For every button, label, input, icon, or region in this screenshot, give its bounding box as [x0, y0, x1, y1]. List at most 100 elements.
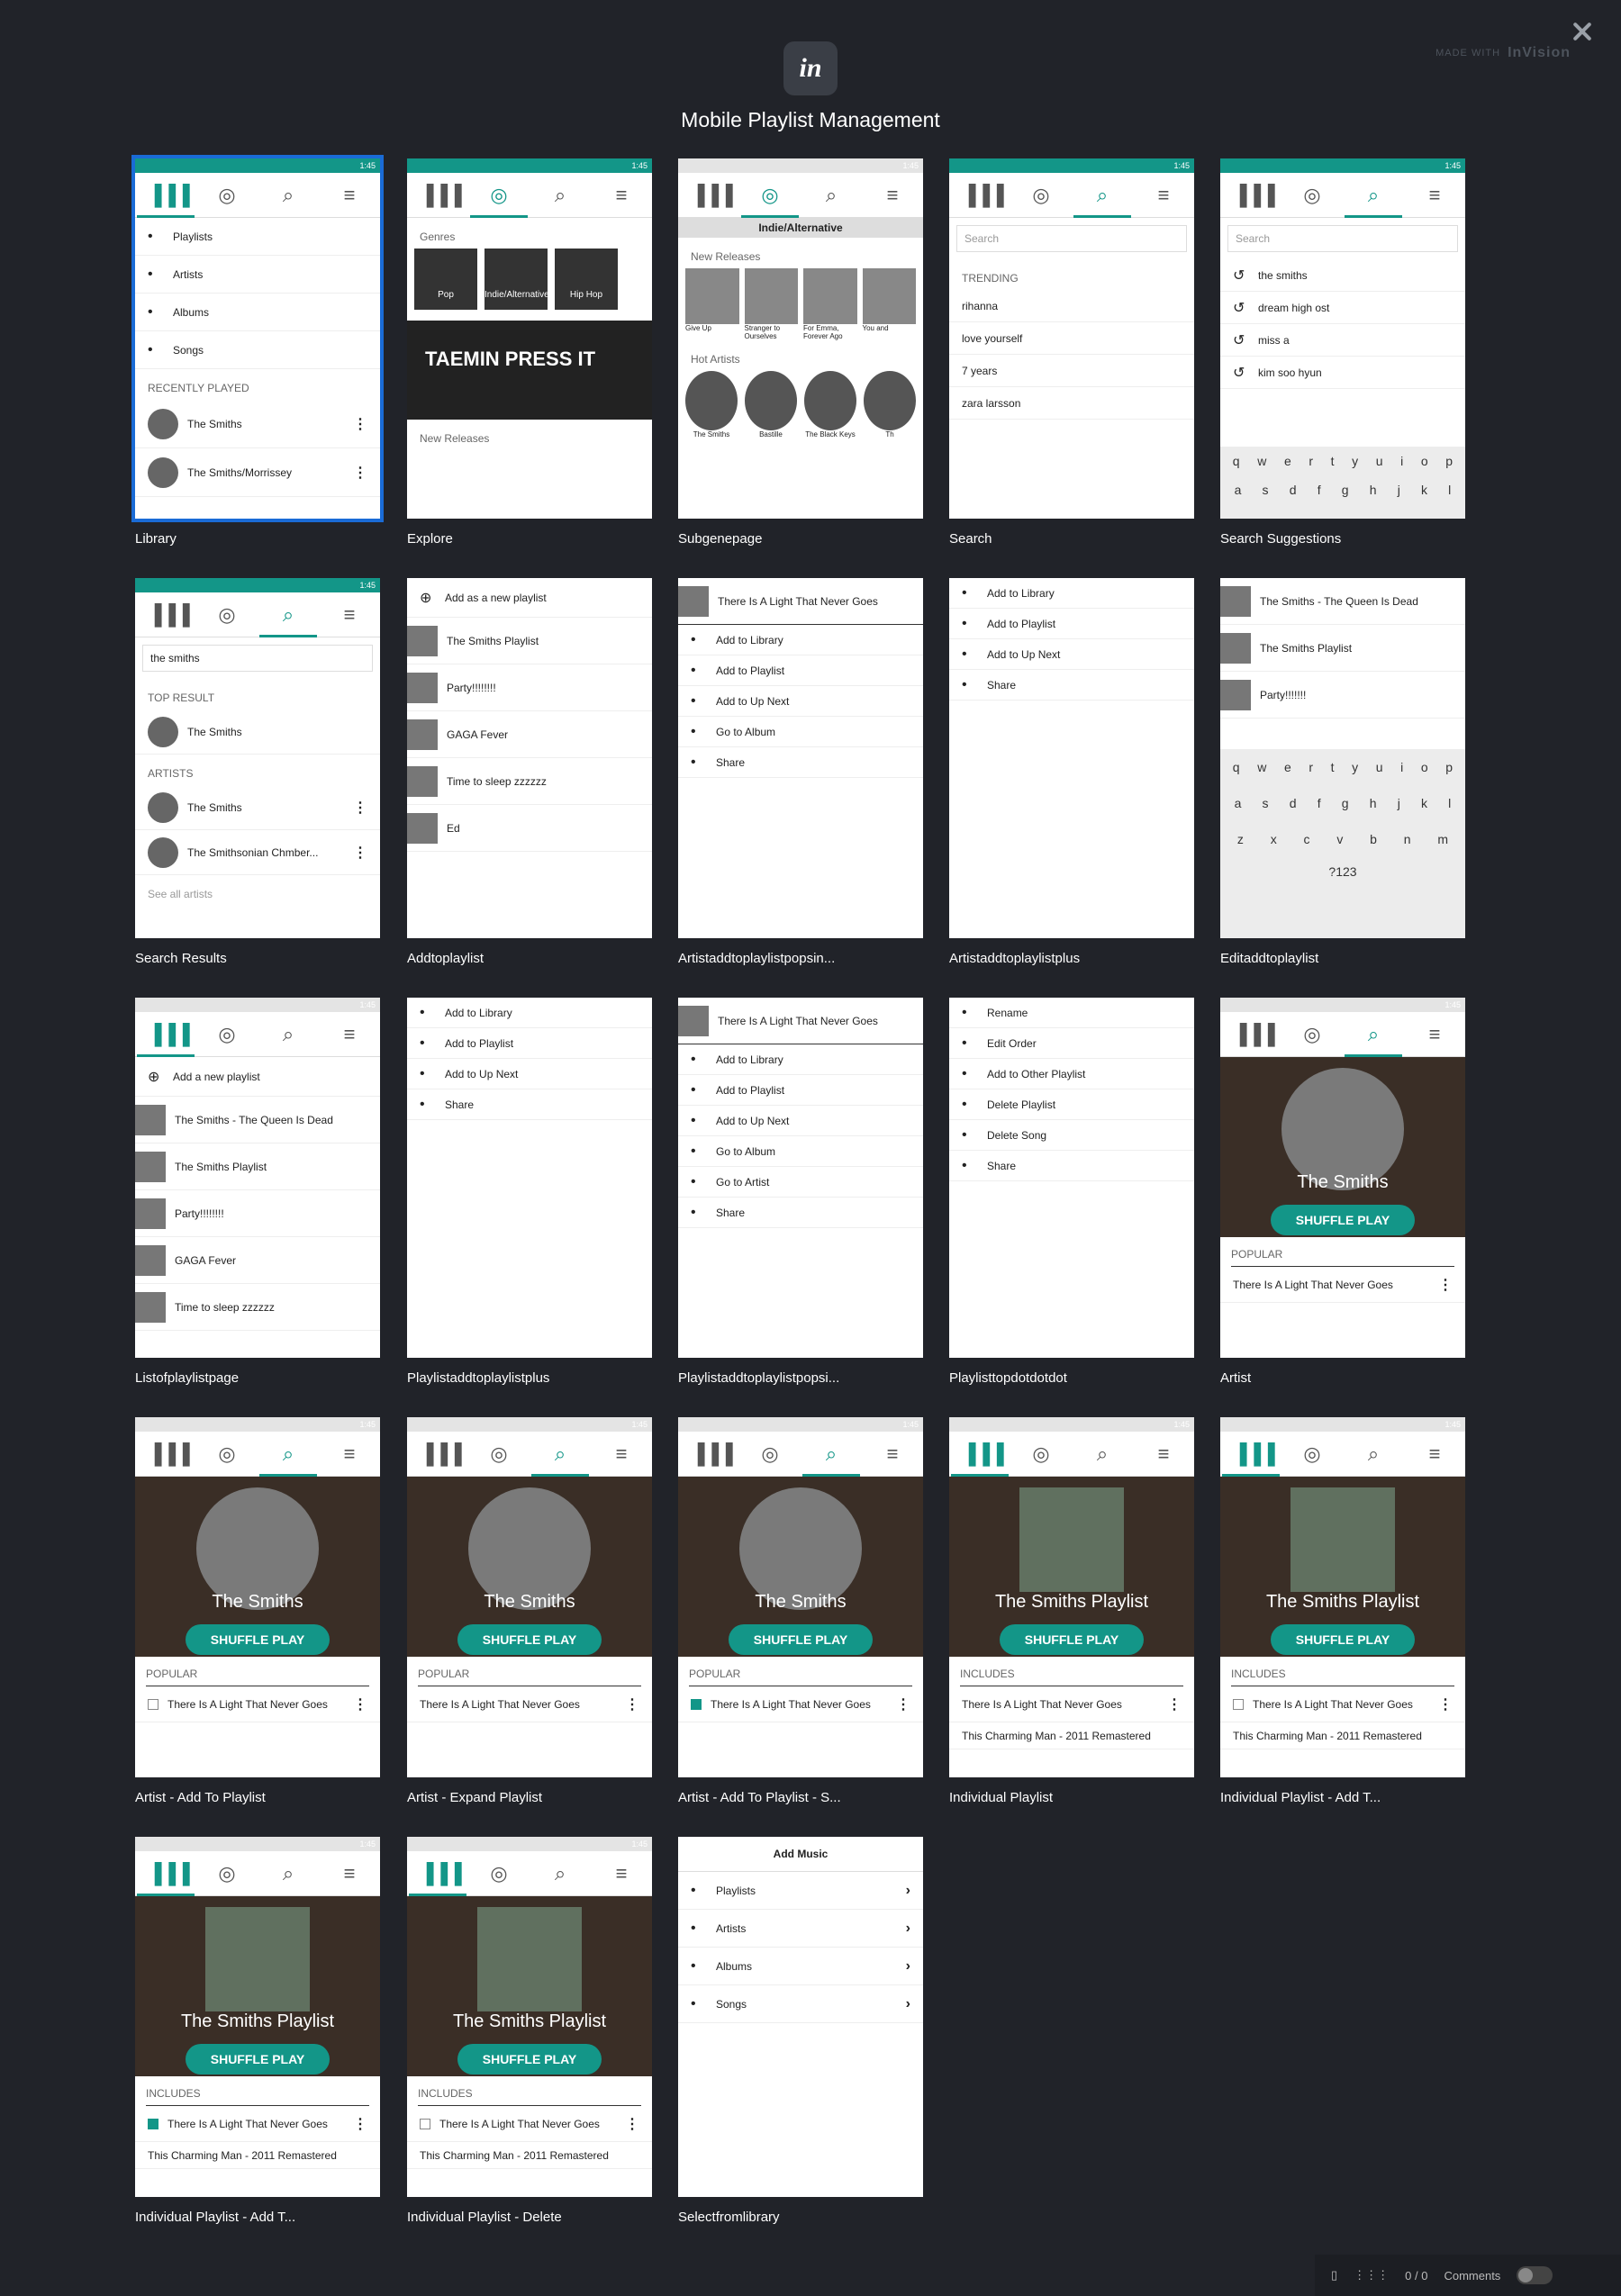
- key[interactable]: x: [1271, 832, 1277, 846]
- screen-card[interactable]: 1:45 ▐▐▐ ◎ ⌕ ≡ The Smiths Playlist SHUFFLE PLA…: [135, 1837, 380, 2225]
- action-item[interactable]: • Add to Other Playlist: [949, 1059, 1194, 1089]
- explore-tab[interactable]: ◎: [1023, 1432, 1059, 1477]
- release-item[interactable]: You and: [862, 268, 916, 340]
- screen-card[interactable]: • Add to Library • Add to Playlist • Add to U…: [949, 578, 1194, 966]
- song-row[interactable]: There Is A Light That Never Goes ⋮: [678, 1686, 923, 1722]
- comments-toggle[interactable]: [1517, 2266, 1553, 2284]
- key[interactable]: k: [1421, 483, 1427, 497]
- top-result[interactable]: The Smiths: [135, 710, 380, 755]
- action-item[interactable]: • Edit Order: [949, 1028, 1194, 1059]
- menu-tab[interactable]: ≡: [603, 1432, 639, 1477]
- key[interactable]: l: [1448, 796, 1451, 810]
- artist-item[interactable]: Th: [864, 371, 916, 438]
- shuffle-play-button[interactable]: SHUFFLE PLAY: [1000, 1624, 1144, 1655]
- action-item[interactable]: • Add to Playlist: [407, 1028, 652, 1059]
- action-item[interactable]: • Share: [949, 670, 1194, 701]
- explore-tab[interactable]: ◎: [209, 1432, 245, 1477]
- playlist-item[interactable]: The Smiths - The Queen Is Dead: [1220, 578, 1465, 625]
- key[interactable]: f: [1318, 796, 1321, 810]
- key[interactable]: s: [1263, 796, 1269, 810]
- search-tab[interactable]: ⌕: [1355, 1432, 1391, 1477]
- shuffle-play-button[interactable]: SHUFFLE PLAY: [186, 1624, 330, 1655]
- action-item[interactable]: • Go to Album: [678, 1136, 923, 1167]
- library-category[interactable]: • Artists ›: [678, 1910, 923, 1948]
- key[interactable]: r: [1309, 454, 1313, 468]
- more-icon[interactable]: ⋮: [1438, 1695, 1453, 1713]
- recent-item[interactable]: The Smiths/Morrissey ⋮: [135, 448, 380, 497]
- playlist-item[interactable]: Party!!!!!!!: [1220, 672, 1465, 719]
- screen-card[interactable]: 1:45 ▐▐▐ ◎ ⌕ ≡ Indie/Alternative New Releases G…: [678, 158, 923, 547]
- trending-item[interactable]: 7 years: [949, 355, 1194, 387]
- search-tab[interactable]: ⌕: [813, 173, 849, 218]
- action-item[interactable]: • Add to Up Next: [678, 1106, 923, 1136]
- action-item[interactable]: • Rename: [949, 998, 1194, 1028]
- song-row[interactable]: There Is A Light That Never Goes ⋮: [1220, 1686, 1465, 1722]
- key[interactable]: g: [1342, 483, 1349, 497]
- key[interactable]: f: [1318, 483, 1321, 497]
- search-input[interactable]: Search: [1227, 225, 1458, 252]
- search-tab[interactable]: ⌕: [1345, 173, 1402, 218]
- release-item[interactable]: For Emma, Forever Ago: [803, 268, 857, 340]
- close-button[interactable]: [1571, 20, 1594, 43]
- screen-card[interactable]: 1:45 ▐▐▐ ◎ ⌕ ≡ Genres Pop Indie/Alternative Hip …: [407, 158, 652, 547]
- key[interactable]: w: [1257, 454, 1266, 468]
- key[interactable]: n: [1404, 832, 1411, 846]
- artist-item[interactable]: Bastille: [745, 371, 797, 438]
- screen-card[interactable]: 1:45 ▐▐▐ ◎ ⌕ ≡ The Smiths SHUFFLE PLAY POPULAR T…: [1220, 998, 1465, 1386]
- screen-thumbnail[interactable]: 1:45 ▐▐▐ ◎ ⌕ ≡ The Smiths SHUFFLE PLAY POPULAR T…: [407, 1417, 652, 1777]
- screen-thumbnail[interactable]: 1:45 ▐▐▐ ◎ ⌕ ≡ the smiths TOP RESULT The Smiths…: [135, 578, 380, 938]
- screen-thumbnail[interactable]: There Is A Light That Never Goes • Add to …: [678, 998, 923, 1358]
- key[interactable]: r: [1309, 760, 1313, 774]
- playlist-item[interactable]: The Smiths Playlist: [135, 1143, 380, 1190]
- key[interactable]: u: [1376, 454, 1383, 468]
- library-category[interactable]: • Playlists ›: [678, 1872, 923, 1910]
- action-item[interactable]: • Share: [407, 1089, 652, 1120]
- action-item[interactable]: • Add to Playlist: [678, 1075, 923, 1106]
- library-tab[interactable]: ▐▐▐: [1233, 1012, 1275, 1057]
- key[interactable]: l: [1448, 483, 1451, 497]
- suggestion-item[interactable]: ↺ the smiths: [1220, 259, 1465, 292]
- song-row[interactable]: There Is A Light That Never Goes ⋮: [407, 1686, 652, 1722]
- action-item[interactable]: • Share: [949, 1151, 1194, 1181]
- screen-card[interactable]: ⊕ Add as a new playlist The Smiths Playlis…: [407, 578, 652, 966]
- key[interactable]: e: [1284, 454, 1291, 468]
- song-row[interactable]: There Is A Light That Never Goes ⋮: [949, 1686, 1194, 1722]
- device-icon[interactable]: ▯: [1331, 2268, 1337, 2282]
- artist-result[interactable]: The Smithsonian Chmber... ⋮: [135, 830, 380, 875]
- screen-thumbnail[interactable]: 1:45 ▐▐▐ ◎ ⌕ ≡ • Playlists • Artists • Albums • Song…: [131, 155, 384, 522]
- search-tab[interactable]: ⌕: [270, 1851, 306, 1896]
- library-category[interactable]: • Albums ›: [678, 1948, 923, 1985]
- playlist-item[interactable]: Party!!!!!!!!: [407, 664, 652, 711]
- key[interactable]: o: [1421, 454, 1428, 468]
- screen-thumbnail[interactable]: 1:45 ▐▐▐ ◎ ⌕ ≡ Indie/Alternative New Releases G…: [678, 158, 923, 519]
- song-row[interactable]: There Is A Light That Never Goes ⋮: [1220, 1267, 1465, 1303]
- library-tab[interactable]: ▐▐▐: [691, 173, 733, 218]
- key[interactable]: t: [1331, 454, 1335, 468]
- action-item[interactable]: • Share: [678, 747, 923, 778]
- screen-thumbnail[interactable]: • Add to Library • Add to Playlist • Add to U…: [407, 998, 652, 1358]
- song-checkbox[interactable]: [148, 2118, 158, 2129]
- screen-card[interactable]: • Add to Library • Add to Playlist • Add to U…: [407, 998, 652, 1386]
- search-tab[interactable]: ⌕: [1073, 173, 1131, 218]
- key[interactable]: o: [1421, 760, 1428, 774]
- key[interactable]: b: [1370, 832, 1377, 846]
- more-icon[interactable]: ⋮: [1438, 1276, 1453, 1294]
- song-row[interactable]: This Charming Man - 2011 Remastered: [407, 2142, 652, 2169]
- key-symbols[interactable]: ?123: [1328, 864, 1356, 879]
- playlist-item[interactable]: GAGA Fever: [407, 711, 652, 758]
- library-tab[interactable]: ▐▐▐: [420, 1432, 462, 1477]
- library-menu-item[interactable]: • Songs: [135, 331, 380, 369]
- screen-thumbnail[interactable]: 1:45 ▐▐▐ ◎ ⌕ ≡ ⊕ Add a new playlist The Smiths …: [135, 998, 380, 1358]
- song-row[interactable]: There Is A Light That Never Goes ⋮: [407, 2106, 652, 2142]
- action-item[interactable]: • Add to Library: [407, 998, 652, 1028]
- library-menu-item[interactable]: • Playlists: [135, 218, 380, 256]
- library-tab[interactable]: ▐▐▐: [137, 1012, 195, 1057]
- screen-card[interactable]: Add Music • Playlists › • Artists › • Albums › • So…: [678, 1837, 923, 2225]
- new-playlist-item[interactable]: ⊕ Add as a new playlist: [407, 578, 652, 618]
- screen-thumbnail[interactable]: 1:45 ▐▐▐ ◎ ⌕ ≡ The Smiths SHUFFLE PLAY POPULAR T…: [678, 1417, 923, 1777]
- menu-tab[interactable]: ≡: [1146, 1432, 1182, 1477]
- explore-tab[interactable]: ◎: [1294, 173, 1330, 218]
- more-icon[interactable]: ⋮: [353, 844, 367, 862]
- menu-tab[interactable]: ≡: [1146, 173, 1182, 218]
- explore-tab[interactable]: ◎: [1294, 1012, 1330, 1057]
